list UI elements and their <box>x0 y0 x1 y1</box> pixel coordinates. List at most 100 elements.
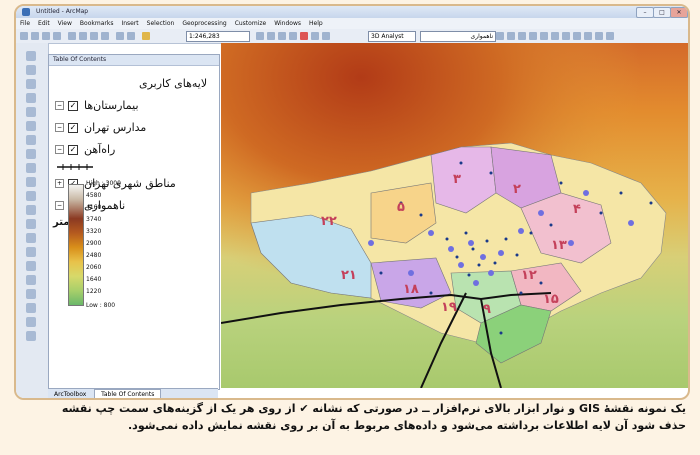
menu-geoprocessing[interactable]: Geoprocessing <box>178 18 230 29</box>
menu-insert[interactable]: Insert <box>117 18 142 29</box>
collapse-toggle[interactable]: − <box>55 145 64 154</box>
caption-line-1: یک نمونه نقشهٔ GIS و نوار ابزار بالای نر… <box>61 402 686 415</box>
raster-icon[interactable] <box>496 32 504 40</box>
menu-bookmarks[interactable]: Bookmarks <box>76 18 118 29</box>
collapse-toggle[interactable]: − <box>55 101 64 110</box>
globe-icon[interactable] <box>562 32 570 40</box>
select-elements-icon[interactable] <box>26 191 36 201</box>
zoom-in-icon[interactable] <box>26 51 36 61</box>
layer-dropdown[interactable]: ناهمواری <box>420 31 496 42</box>
forward-extent-icon[interactable] <box>26 149 36 159</box>
flicker-icon[interactable] <box>26 289 36 299</box>
copy-icon[interactable] <box>79 32 87 40</box>
measure-icon[interactable] <box>595 32 603 40</box>
catalog-icon[interactable] <box>278 32 286 40</box>
school-point <box>619 191 623 195</box>
school-point <box>499 331 503 335</box>
district-label: ۱۹ <box>441 300 457 315</box>
menu-help[interactable]: Help <box>305 18 327 29</box>
scene-icon[interactable] <box>551 32 559 40</box>
redo-icon[interactable] <box>127 32 135 40</box>
line-of-sight-icon[interactable] <box>529 32 537 40</box>
toc-layer-railway[interactable]: − ✓ راه‌آهن <box>55 143 115 156</box>
hospital-point <box>498 250 504 256</box>
identify-icon[interactable] <box>584 32 592 40</box>
expand-toggle[interactable]: + <box>55 179 64 188</box>
route-icon[interactable] <box>26 233 36 243</box>
title-bar: Untitled - ArcMap – □ ✕ <box>16 6 688 18</box>
maximize-button[interactable]: □ <box>653 7 671 18</box>
hospital-point <box>368 240 374 246</box>
table-icon[interactable] <box>267 32 275 40</box>
go-to-xy-icon[interactable] <box>26 247 36 257</box>
school-point <box>515 253 519 257</box>
paste-icon[interactable] <box>90 32 98 40</box>
print-icon[interactable] <box>53 32 61 40</box>
menu-file[interactable]: File <box>16 18 34 29</box>
school-point <box>519 291 523 295</box>
toc-layer-hospitals[interactable]: − ✓ بیمارستان‌ها <box>55 99 139 112</box>
fixed-zoom-in-icon[interactable] <box>26 107 36 117</box>
map-scale-input[interactable]: 1:246,283 <box>186 31 250 42</box>
hyperlink-icon[interactable] <box>606 32 614 40</box>
magnifier-icon[interactable] <box>26 303 36 313</box>
find-icon[interactable] <box>26 219 36 229</box>
tools-toolbar <box>16 43 49 398</box>
viewer-icon[interactable] <box>26 331 36 341</box>
delete-icon[interactable] <box>101 32 109 40</box>
layer-checkbox[interactable]: ✓ <box>68 122 78 133</box>
legend-high-label: High : 3000 <box>86 180 121 187</box>
interpolate-icon[interactable] <box>540 32 548 40</box>
info-icon[interactable] <box>573 32 581 40</box>
school-point <box>445 237 449 241</box>
toc-group-label-row: لایه‌های کاربری <box>139 77 207 90</box>
undo-icon[interactable] <box>116 32 124 40</box>
open-icon[interactable] <box>31 32 39 40</box>
menu-windows[interactable]: Windows <box>270 18 305 29</box>
hospital-point <box>428 230 434 236</box>
pan-icon[interactable] <box>26 79 36 89</box>
menu-selection[interactable]: Selection <box>143 18 179 29</box>
tab-arctoolbox[interactable]: ArcToolbox <box>48 390 92 398</box>
menu-customize[interactable]: Customize <box>231 18 271 29</box>
profile-icon[interactable] <box>518 32 526 40</box>
school-point <box>459 161 463 165</box>
3d-analyst-dropdown[interactable]: 3D Analyst <box>368 31 416 42</box>
toc-title: Table Of Contents <box>49 55 219 66</box>
contour-icon[interactable] <box>507 32 515 40</box>
hospital-point <box>458 262 464 268</box>
full-extent-icon[interactable] <box>26 93 36 103</box>
cut-icon[interactable] <box>68 32 76 40</box>
toc-layer-schools[interactable]: − ✓ مدارس تهران <box>55 121 146 134</box>
editor-icon[interactable] <box>256 32 264 40</box>
save-icon[interactable] <box>42 32 50 40</box>
swipe-icon[interactable] <box>26 275 36 285</box>
zoom-out-icon[interactable] <box>26 65 36 75</box>
overview-icon[interactable] <box>26 317 36 327</box>
arctoolbox-icon[interactable] <box>300 32 308 40</box>
identify-tool-icon[interactable] <box>26 205 36 215</box>
railway-symbol-icon <box>57 164 93 170</box>
fixed-zoom-out-icon[interactable] <box>26 121 36 131</box>
select-features-icon[interactable] <box>26 163 36 173</box>
add-data-icon[interactable] <box>142 32 150 40</box>
layer-label: مدارس تهران <box>84 121 147 134</box>
tab-table-of-contents[interactable]: Table Of Contents <box>94 389 162 398</box>
clear-selection-icon[interactable] <box>26 177 36 187</box>
new-map-icon[interactable] <box>20 32 28 40</box>
menu-edit[interactable]: Edit <box>34 18 54 29</box>
menu-view[interactable]: View <box>54 18 76 29</box>
layer-checkbox[interactable]: ✓ <box>68 144 78 155</box>
collapse-toggle[interactable]: − <box>55 201 64 210</box>
time-slider-icon[interactable] <box>26 261 36 271</box>
legend-tick: 4580 <box>86 192 102 199</box>
back-extent-icon[interactable] <box>26 135 36 145</box>
search-icon[interactable] <box>289 32 297 40</box>
collapse-toggle[interactable]: − <box>55 123 64 132</box>
layer-checkbox[interactable]: ✓ <box>68 100 78 111</box>
model-builder-icon[interactable] <box>322 32 330 40</box>
minimize-button[interactable]: – <box>636 7 654 18</box>
close-button[interactable]: ✕ <box>670 7 688 18</box>
python-icon[interactable] <box>311 32 319 40</box>
map-view[interactable]: ۲۲ ۵ ۳ ۲ ۴ ۲۱ ۱۸ ۱۹ ۹ ۱۲ ۱۳ ۱۵ <box>221 43 688 388</box>
